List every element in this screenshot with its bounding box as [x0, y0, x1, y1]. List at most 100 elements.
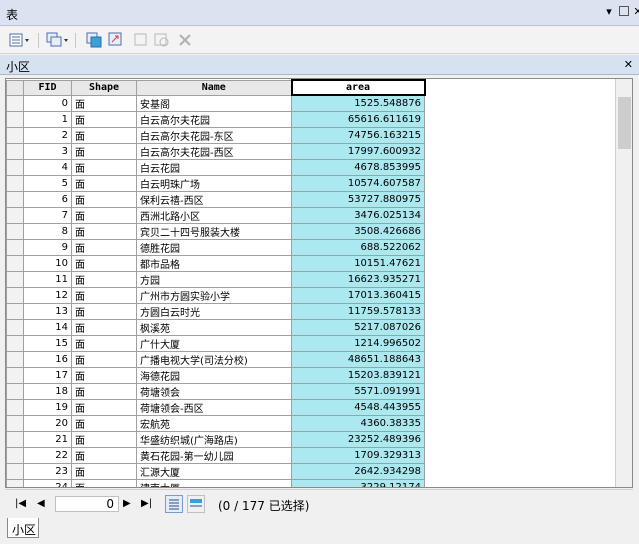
cell-shape: 面	[71, 110, 137, 128]
vertical-scrollbar[interactable]	[615, 79, 632, 487]
row-selector[interactable]	[6, 94, 24, 112]
row-selector[interactable]	[6, 318, 24, 336]
table-row[interactable]: 2 面白云高尔夫花园-东区 74756.163215	[6, 126, 425, 144]
cell-area: 10151.47621	[291, 254, 425, 272]
cell-name: 白云花园	[136, 158, 292, 176]
row-selector[interactable]	[6, 158, 24, 176]
table-row[interactable]: 5 面白云明珠广场 10574.607587	[6, 174, 425, 192]
row-selector[interactable]	[6, 398, 24, 416]
cell-shape: 面	[71, 206, 137, 224]
toolbar-separator	[75, 33, 76, 48]
table-row[interactable]: 12 面广州市方圆实验小学 17013.360415	[6, 286, 425, 304]
cell-area: 53727.880975	[291, 190, 425, 208]
cell-fid: 12	[23, 286, 72, 304]
cell-name: 白云明珠广场	[136, 174, 292, 192]
table-row[interactable]: 14 面枫溪苑 5217.087026	[6, 318, 425, 336]
table-row[interactable]: 21 面华盛纺织城(广海路店) 23252.489396	[6, 430, 425, 448]
cell-shape: 面	[71, 478, 137, 487]
row-selector[interactable]	[6, 254, 24, 272]
row-selector[interactable]	[6, 222, 24, 240]
row-selector[interactable]	[6, 462, 24, 480]
window-titlebar: 表 ▾ ✕	[0, 0, 639, 26]
cell-fid: 20	[23, 414, 72, 432]
table-row[interactable]: 15 面广什大厦 1214.996502	[6, 334, 425, 352]
table-row[interactable]: 4 面白云花园 4678.853995	[6, 158, 425, 176]
row-selector[interactable]	[6, 350, 24, 368]
row-selector-header[interactable]	[6, 79, 24, 96]
row-selector[interactable]	[6, 286, 24, 304]
row-selector[interactable]	[6, 174, 24, 192]
table-row[interactable]: 10 面都市品格 10151.47621	[6, 254, 425, 272]
table-row[interactable]: 7 面西洲北路小区 3476.025134	[6, 206, 425, 224]
row-selector[interactable]	[6, 238, 24, 256]
row-selector[interactable]	[6, 126, 24, 144]
close-window-icon[interactable]: ✕	[632, 6, 639, 18]
close-tab-icon[interactable]: ✕	[624, 58, 633, 71]
row-selector[interactable]	[6, 190, 24, 208]
row-selector[interactable]	[6, 478, 24, 487]
table-row[interactable]: 6 面保利云禧-西区 53727.880975	[6, 190, 425, 208]
table-row[interactable]: 23 面汇源大厦 2642.934298	[6, 462, 425, 480]
row-selector[interactable]	[6, 414, 24, 432]
show-selected-records-icon[interactable]	[187, 495, 205, 513]
table-row[interactable]: 11 面方园 16623.935271	[6, 270, 425, 288]
previous-record-button[interactable]: ◀	[37, 498, 45, 510]
show-all-records-icon[interactable]	[165, 495, 183, 513]
next-record-button[interactable]: ▶	[123, 498, 131, 510]
table-row[interactable]: 20 面宏航苑 4360.38335	[6, 414, 425, 432]
cell-area: 3229.12174	[291, 478, 425, 487]
table-row[interactable]: 18 面荷塘领会 5571.091991	[6, 382, 425, 400]
row-selector[interactable]	[6, 302, 24, 320]
table-options-icon[interactable]	[9, 32, 31, 48]
cell-fid: 7	[23, 206, 72, 224]
cell-name: 华盛纺织城(广海路店)	[136, 430, 292, 448]
cell-shape: 面	[71, 238, 137, 256]
row-selector[interactable]	[6, 430, 24, 448]
column-header-name[interactable]: Name	[136, 79, 292, 96]
table-row[interactable]: 0 面安基阁 1525.548876	[6, 94, 425, 112]
cell-fid: 8	[23, 222, 72, 240]
zoom-selected-icon[interactable]	[154, 32, 170, 48]
column-header-shape[interactable]: Shape	[71, 79, 137, 96]
row-selector[interactable]	[6, 206, 24, 224]
cell-shape: 面	[71, 462, 137, 480]
related-tables-icon[interactable]	[46, 32, 70, 48]
clear-selection-icon[interactable]	[134, 32, 148, 48]
table-row[interactable]: 1 面白云高尔夫花园 65616.611619	[6, 110, 425, 128]
last-record-button[interactable]: ▶|	[141, 498, 152, 510]
cell-name: 荷塘领会-西区	[136, 398, 292, 416]
select-by-attributes-icon[interactable]	[86, 32, 102, 48]
column-header-area[interactable]: area	[290, 79, 426, 96]
table-row[interactable]: 8 面宾贝二十四号服装大楼 3508.426686	[6, 222, 425, 240]
table-row[interactable]: 9 面德胜花园 688.522062	[6, 238, 425, 256]
row-selector[interactable]	[6, 382, 24, 400]
row-selector[interactable]	[6, 110, 24, 128]
table-row[interactable]: 22 面黄石花园-第一幼儿园 1709.329313	[6, 446, 425, 464]
delete-selected-icon[interactable]	[178, 32, 192, 48]
table-row[interactable]: 19 面荷塘领会-西区 4548.443955	[6, 398, 425, 416]
table-row[interactable]: 16 面广播电视大学(司法分校) 48651.188643	[6, 350, 425, 368]
cell-fid: 9	[23, 238, 72, 256]
row-selector[interactable]	[6, 334, 24, 352]
cell-area: 3508.426686	[291, 222, 425, 240]
cell-name: 德胜花园	[136, 238, 292, 256]
bottom-table-tab[interactable]: 小区	[7, 518, 39, 538]
cell-area: 4548.443955	[291, 398, 425, 416]
table-row[interactable]: 24面建南大厦3229.12174	[6, 478, 425, 487]
scrollbar-thumb[interactable]	[618, 97, 631, 149]
cell-shape: 面	[71, 286, 137, 304]
first-record-button[interactable]: |◀	[15, 498, 26, 510]
maximize-icon[interactable]	[619, 6, 629, 16]
column-header-fid[interactable]: FID	[23, 79, 72, 96]
table-row[interactable]: 17 面海德花园 15203.839121	[6, 366, 425, 384]
pin-icon[interactable]: ▾	[603, 6, 615, 18]
row-selector[interactable]	[6, 366, 24, 384]
record-number-input[interactable]: 0	[55, 496, 119, 512]
table-row[interactable]: 13 面方圆白云时光 11759.578133	[6, 302, 425, 320]
row-selector[interactable]	[6, 270, 24, 288]
row-selector[interactable]	[6, 142, 24, 160]
row-selector[interactable]	[6, 446, 24, 464]
switch-selection-icon[interactable]	[108, 32, 124, 48]
table-row[interactable]: 3 面白云高尔夫花园-西区 17997.600932	[6, 142, 425, 160]
bottom-tab-label: 小区	[12, 523, 37, 537]
